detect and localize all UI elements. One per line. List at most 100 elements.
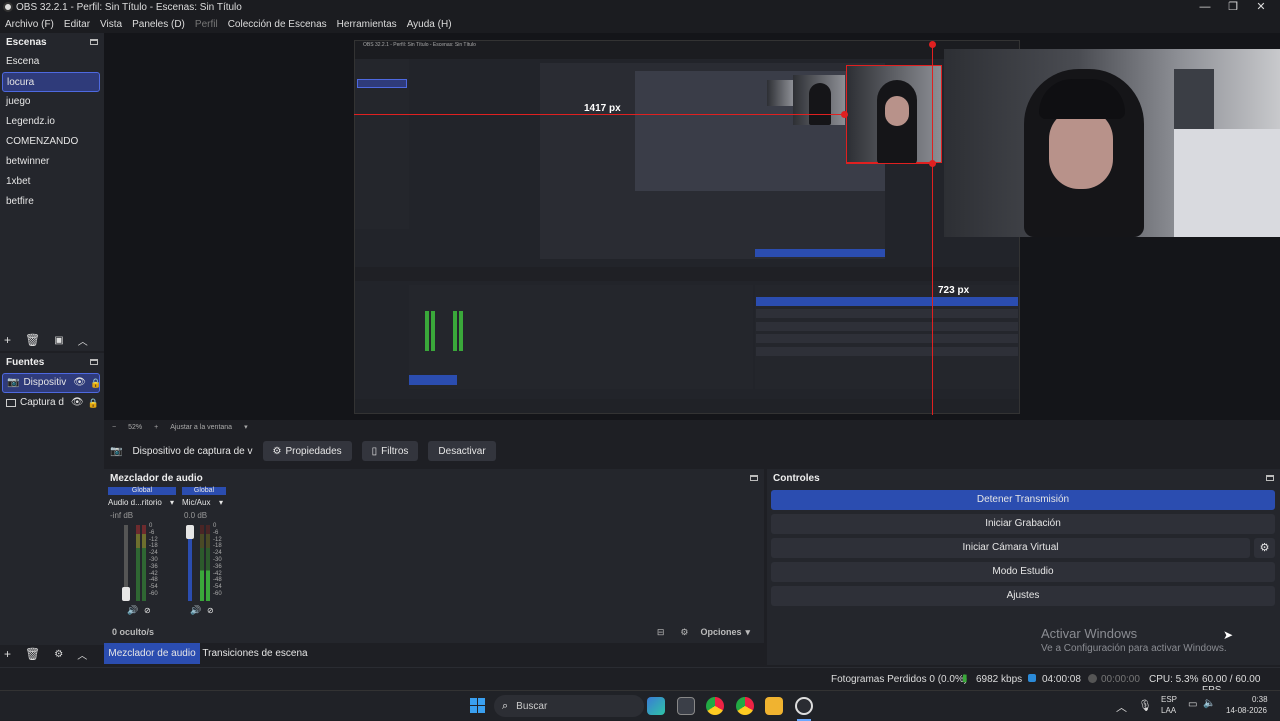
menu-perfil[interactable]: Perfil: [195, 19, 218, 30]
windows-start-icon[interactable]: [470, 698, 485, 713]
virtual-camera-settings-gear-icon[interactable]: ⚙: [1254, 538, 1275, 558]
zoom-out-icon[interactable]: −: [112, 424, 116, 431]
network-icon[interactable]: ▭: [1188, 699, 1197, 710]
scene-item[interactable]: Escena: [0, 52, 104, 72]
chevron-down-icon[interactable]: ▾: [170, 498, 174, 507]
grid-icon[interactable]: ⊟: [657, 627, 665, 638]
volume-icon[interactable]: 🔈: [1203, 698, 1215, 709]
minimize-button[interactable]: —: [1190, 0, 1220, 15]
volume-slider-handle[interactable]: [122, 587, 130, 601]
tab-scene-transitions[interactable]: Transiciones de escena: [202, 643, 308, 664]
file-explorer-icon[interactable]: [765, 697, 783, 715]
chrome-icon[interactable]: [706, 697, 724, 715]
chrome-icon[interactable]: [736, 697, 754, 715]
scale-tick-label: -18: [213, 543, 222, 550]
scale-tick-label: -36: [213, 563, 222, 570]
menu-archivo[interactable]: Archivo (F): [5, 19, 54, 30]
add-source-icon[interactable]: +: [4, 647, 11, 661]
menu-editar[interactable]: Editar: [64, 19, 90, 30]
fit-label[interactable]: Ajustar a la ventana: [170, 424, 232, 431]
stop-stream-button[interactable]: Detener Transmisión: [771, 490, 1275, 510]
advanced-audio-icon[interactable]: ⚙: [680, 627, 688, 638]
audio-mixer-dock: Mezclador de audio Global Audio d...rito…: [104, 469, 764, 643]
scale-tick-label: -24: [149, 550, 158, 557]
store-icon[interactable]: [677, 697, 695, 715]
maximize-button[interactable]: ❐: [1218, 0, 1248, 15]
menu-paneles[interactable]: Paneles (D): [132, 19, 185, 30]
visibility-eye-icon[interactable]: 👁: [71, 393, 84, 413]
scene-filter-icon[interactable]: ▣: [54, 335, 63, 346]
guide-handle[interactable]: [841, 111, 848, 118]
dock-float-icon[interactable]: [750, 475, 758, 481]
scene-item[interactable]: COMENZANDO: [0, 132, 104, 152]
monitor-off-icon[interactable]: ⊘: [207, 606, 214, 615]
language-code[interactable]: ESP: [1161, 695, 1177, 704]
remove-source-icon[interactable]: 🗑: [25, 647, 40, 661]
clock-date[interactable]: 14-08-2026: [1226, 706, 1267, 715]
close-window-button[interactable]: ✕: [1246, 0, 1276, 15]
chevron-up-icon[interactable]: ︿: [1116, 699, 1127, 715]
speaker-icon[interactable]: 🔊: [190, 605, 201, 616]
tab-audio-mixer[interactable]: Mezclador de audio: [104, 643, 200, 664]
deactivate-button[interactable]: Desactivar: [428, 441, 496, 461]
visibility-eye-icon[interactable]: 👁: [73, 373, 86, 393]
move-up-icon[interactable]: ︿: [78, 333, 88, 348]
scale-tick-label: -54: [213, 584, 222, 591]
remove-scene-icon[interactable]: 🗑: [25, 333, 40, 347]
status-bar: Fotogramas Perdidos 0 (0.0%) ▮ 6982 kbps…: [0, 667, 1280, 696]
source-item[interactable]: Captura d 👁 🔒: [0, 393, 104, 413]
monitor-off-icon[interactable]: ⊘: [144, 606, 151, 615]
properties-label: Propiedades: [285, 445, 342, 457]
channel-badge: Global: [182, 487, 226, 495]
mixer-header: Mezclador de audio: [104, 469, 764, 487]
scale-tick-label: -60: [149, 590, 158, 597]
options-button[interactable]: Opciones ▾: [700, 627, 750, 638]
menu-vista[interactable]: Vista: [100, 19, 122, 30]
channel-badge: Global: [108, 487, 176, 495]
lock-icon[interactable]: 🔒: [88, 393, 99, 413]
clock-time[interactable]: 0:38: [1252, 695, 1268, 704]
controls-header: Controles: [767, 469, 1280, 487]
sources-title: Fuentes: [6, 356, 45, 368]
scene-item[interactable]: Legendz.io: [0, 112, 104, 132]
controls-title: Controles: [773, 472, 820, 484]
lock-icon[interactable]: 🔒: [90, 373, 101, 393]
source-item[interactable]: 📷 Dispositiv 👁 🔒: [2, 373, 101, 393]
volume-slider-handle[interactable]: [186, 525, 194, 539]
scene-item[interactable]: betfire: [0, 192, 104, 212]
chevron-down-icon[interactable]: ▾: [219, 498, 223, 507]
zoom-in-icon[interactable]: +: [154, 424, 158, 431]
dock-float-icon[interactable]: [90, 359, 98, 365]
speaker-icon[interactable]: 🔊: [127, 605, 138, 616]
add-scene-icon[interactable]: +: [4, 333, 11, 347]
scenes-title: Escenas: [6, 36, 47, 48]
scene-item[interactable]: juego: [0, 92, 104, 112]
microphone-icon[interactable]: 🎙: [1138, 699, 1152, 712]
dock-float-icon[interactable]: [1266, 475, 1274, 481]
cpu-usage: CPU: 5.3%: [1149, 674, 1199, 685]
scale-tick-label: 0: [213, 523, 217, 529]
dock-float-icon[interactable]: [90, 39, 98, 45]
start-recording-button[interactable]: Iniciar Grabación: [771, 514, 1275, 534]
chevron-down-icon[interactable]: ▾: [244, 423, 248, 431]
copilot-icon[interactable]: [647, 697, 665, 715]
start-virtual-camera-button[interactable]: Iniciar Cámara Virtual: [771, 538, 1250, 558]
move-up-icon[interactable]: ︿: [77, 647, 87, 662]
meter-scale: 0 -6 -12 -18 -24 -30 -36 -42 -48 -54 -60: [213, 523, 222, 598]
keyboard-layout[interactable]: LAA: [1161, 706, 1176, 715]
scene-item[interactable]: locura: [2, 72, 100, 92]
scene-item[interactable]: betwinner: [0, 152, 104, 172]
properties-button[interactable]: ⚙ Propiedades: [262, 441, 352, 461]
settings-button[interactable]: Ajustes: [771, 586, 1275, 606]
scene-item[interactable]: 1xbet: [0, 172, 104, 192]
menu-herramientas[interactable]: Herramientas: [337, 19, 397, 30]
studio-mode-button[interactable]: Modo Estudio: [771, 562, 1275, 582]
obs-icon[interactable]: [795, 697, 813, 715]
filters-button[interactable]: ▯ Filtros: [361, 441, 419, 461]
menu-ayuda[interactable]: Ayuda (H): [407, 19, 452, 30]
guide-handle[interactable]: [929, 41, 936, 48]
search-box[interactable]: ⌕ Buscar: [494, 695, 644, 717]
menu-coleccion[interactable]: Colección de Escenas: [228, 19, 327, 30]
guide-handle[interactable]: [929, 160, 936, 167]
source-settings-icon[interactable]: ⚙: [54, 649, 63, 660]
